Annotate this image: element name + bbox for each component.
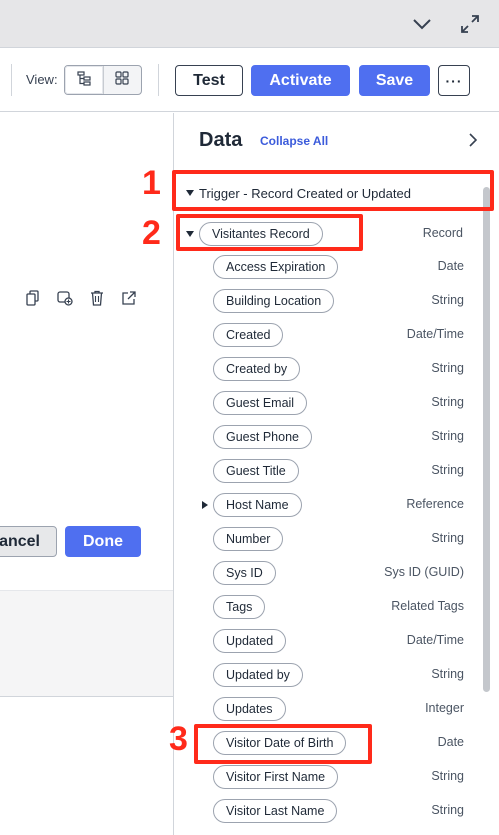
field-row: Updated Date/Time: [174, 628, 499, 654]
field-type: String: [431, 293, 464, 307]
field-pill[interactable]: Created: [213, 323, 284, 347]
open-external-icon[interactable]: [120, 289, 138, 307]
field-pill[interactable]: Guest Phone: [213, 425, 312, 449]
field-pill[interactable]: Access Expiration: [213, 255, 339, 279]
field-type: String: [431, 769, 464, 783]
field-row: Guest Email String: [174, 390, 499, 416]
field-pill[interactable]: Sys ID: [213, 561, 276, 585]
field-row: Visitor First Name String: [174, 764, 499, 790]
annotation-number-1: 1: [142, 164, 161, 202]
field-pill[interactable]: Visitor Last Name: [213, 799, 338, 823]
field-row: Visitor Last Name String: [174, 798, 499, 824]
field-row: Host Name Reference: [174, 492, 499, 518]
annotation-number-3: 3: [169, 720, 188, 758]
field-row: Guest Phone String: [174, 424, 499, 450]
field-row: Number String: [174, 526, 499, 552]
collapse-all-link[interactable]: Collapse All: [260, 134, 328, 148]
more-options-button[interactable]: ···: [438, 65, 470, 96]
field-type: Integer: [425, 701, 464, 715]
flow-designer-window: View: Test Activate Save ··· ancel Done …: [0, 0, 499, 835]
field-pill[interactable]: Updated by: [213, 663, 303, 687]
annotation-box-1: [172, 170, 494, 211]
field-type: Date: [437, 735, 464, 749]
field-type: Sys ID (GUID): [384, 565, 464, 579]
toolbar-divider: [158, 64, 159, 96]
done-button[interactable]: Done: [65, 526, 141, 557]
field-pill[interactable]: Tags: [213, 595, 266, 619]
field-pill[interactable]: Number: [213, 527, 284, 551]
data-pill-icon[interactable]: [56, 289, 74, 307]
view-tree-option[interactable]: [65, 66, 104, 94]
tree-view-icon: [76, 70, 92, 91]
field-type: Date/Time: [406, 327, 464, 341]
field-row: Updates Integer: [174, 696, 499, 722]
delete-icon[interactable]: [88, 289, 106, 307]
diagram-view-icon: [114, 70, 130, 91]
field-row: Created by String: [174, 356, 499, 382]
field-pill[interactable]: Created by: [213, 357, 301, 381]
field-pill[interactable]: Updated: [213, 629, 287, 653]
save-button[interactable]: Save: [359, 65, 430, 96]
field-row: Building Location String: [174, 288, 499, 314]
chevron-right-icon[interactable]: [466, 131, 480, 149]
field-type: String: [431, 361, 464, 375]
test-button[interactable]: Test: [175, 65, 243, 96]
field-type: Date/Time: [406, 633, 464, 647]
view-toggle[interactable]: [64, 65, 142, 95]
window-top-bar: [0, 0, 499, 48]
field-row: Sys ID Sys ID (GUID): [174, 560, 499, 586]
view-diagram-option[interactable]: [104, 66, 142, 94]
annotation-box-3: [194, 724, 372, 764]
field-type: String: [431, 531, 464, 545]
field-type: String: [431, 667, 464, 681]
field-type: String: [431, 803, 464, 817]
data-panel-title: Data: [199, 129, 243, 151]
annotation-box-2: [176, 214, 363, 251]
field-pill[interactable]: Guest Email: [213, 391, 308, 415]
view-label: View:: [26, 72, 58, 87]
field-type: String: [431, 463, 464, 477]
field-row: Access Expiration Date: [174, 254, 499, 280]
card-action-icons: [24, 289, 138, 307]
field-pill[interactable]: Host Name: [213, 493, 302, 517]
caret-right-icon[interactable]: [202, 501, 208, 509]
record-type: Record: [422, 226, 463, 240]
field-type: Related Tags: [391, 599, 464, 613]
canvas-gray-area: [0, 591, 173, 697]
field-row: Guest Title String: [174, 458, 499, 484]
field-type: String: [431, 395, 464, 409]
field-type: Reference: [406, 497, 464, 511]
field-pill[interactable]: Guest Title: [213, 459, 299, 483]
field-type: String: [431, 429, 464, 443]
copy-icon[interactable]: [24, 289, 42, 307]
field-pill[interactable]: Visitor First Name: [213, 765, 339, 789]
field-row: Tags Related Tags: [174, 594, 499, 620]
field-row: Updated by String: [174, 662, 499, 688]
annotation-number-2: 2: [142, 214, 161, 252]
field-pill[interactable]: Updates: [213, 697, 286, 721]
expand-icon[interactable]: [456, 10, 484, 38]
designer-toolbar: View: Test Activate Save ···: [0, 48, 499, 112]
field-pill[interactable]: Building Location: [213, 289, 335, 313]
toolbar-divider: [11, 64, 12, 96]
data-panel-scrollbar[interactable]: [481, 185, 491, 695]
chevron-down-icon[interactable]: [408, 10, 436, 38]
activate-button[interactable]: Activate: [251, 65, 350, 96]
field-type: Date: [437, 259, 464, 273]
cancel-button[interactable]: Cancel: [0, 526, 57, 557]
field-row: Created Date/Time: [174, 322, 499, 348]
scrollbar-thumb[interactable]: [483, 187, 490, 692]
